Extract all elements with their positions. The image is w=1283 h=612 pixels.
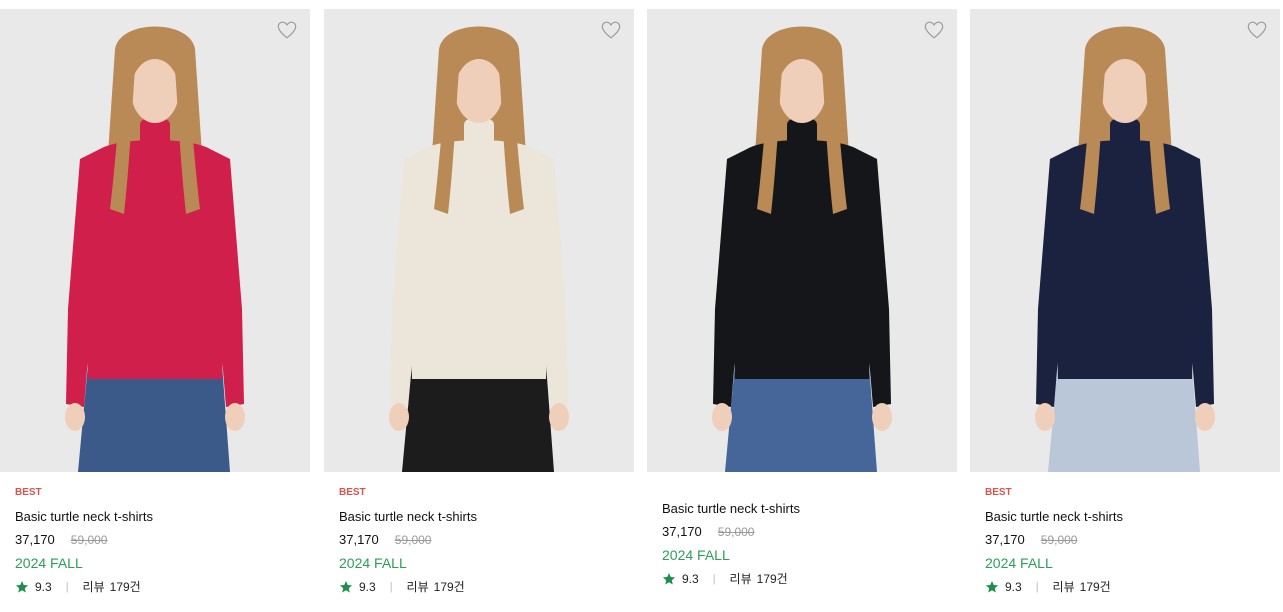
product-image[interactable]: [647, 9, 957, 472]
product-name[interactable]: Basic turtle neck t-shirts: [15, 509, 302, 525]
product-card[interactable]: BEST Basic turtle neck t-shirts 37,170 59…: [324, 9, 634, 612]
divider: |: [712, 573, 716, 585]
review-label[interactable]: 리뷰: [83, 579, 105, 595]
product-card[interactable]: Basic turtle neck t-shirts 37,170 59,000 …: [647, 9, 957, 612]
best-badge: BEST: [339, 487, 366, 498]
star-icon: [15, 580, 29, 594]
model-photo: [1035, 26, 1215, 472]
model-photo: [712, 26, 892, 472]
product-card[interactable]: BEST Basic turtle neck t-shirts 37,170 59…: [0, 9, 310, 612]
divider: |: [1035, 581, 1039, 593]
sale-price: 37,170: [662, 524, 702, 539]
review-count[interactable]: 179건: [757, 571, 788, 587]
product-info: BEST Basic turtle neck t-shirts 37,170 59…: [985, 486, 1272, 595]
wishlist-heart-icon[interactable]: [923, 19, 945, 41]
price-row: 37,170 59,000: [15, 532, 302, 548]
product-card[interactable]: BEST Basic turtle neck t-shirts 37,170 59…: [970, 9, 1280, 612]
product-info: Basic turtle neck t-shirts 37,170 59,000 …: [662, 501, 949, 587]
review-count[interactable]: 179건: [1080, 579, 1111, 595]
product-info: BEST Basic turtle neck t-shirts 37,170 59…: [339, 486, 626, 595]
product-image[interactable]: [0, 9, 310, 472]
rating-value: 9.3: [35, 580, 52, 594]
sale-price: 37,170: [339, 532, 379, 547]
divider: |: [389, 581, 393, 593]
review-label[interactable]: 리뷰: [730, 571, 752, 587]
original-price: 59,000: [1040, 533, 1078, 547]
wishlist-heart-icon[interactable]: [600, 19, 622, 41]
original-price: 59,000: [70, 533, 108, 547]
rating-row: 9.3 | 리뷰 179건: [339, 579, 626, 595]
star-icon: [339, 580, 353, 594]
review-count[interactable]: 179건: [110, 579, 141, 595]
best-badge: BEST: [985, 487, 1012, 498]
product-grid: BEST Basic turtle neck t-shirts 37,170 59…: [0, 9, 1283, 612]
model-photo: [65, 26, 245, 472]
divider: |: [65, 581, 69, 593]
wishlist-heart-icon[interactable]: [1246, 19, 1268, 41]
rating-row: 9.3 | 리뷰 179건: [662, 571, 949, 587]
rating-value: 9.3: [682, 572, 699, 586]
product-image[interactable]: [970, 9, 1280, 472]
wishlist-heart-icon[interactable]: [276, 19, 298, 41]
price-row: 37,170 59,000: [985, 532, 1272, 548]
sale-price: 37,170: [985, 532, 1025, 547]
star-icon: [985, 580, 999, 594]
product-name[interactable]: Basic turtle neck t-shirts: [339, 509, 626, 525]
product-info: BEST Basic turtle neck t-shirts 37,170 59…: [15, 486, 302, 595]
original-price: 59,000: [394, 533, 432, 547]
rating-row: 9.3 | 리뷰 179건: [15, 579, 302, 595]
season-label: 2024 FALL: [662, 547, 730, 563]
season-label: 2024 FALL: [985, 555, 1053, 571]
season-label: 2024 FALL: [15, 555, 83, 571]
original-price: 59,000: [717, 525, 755, 539]
season-label: 2024 FALL: [339, 555, 407, 571]
sale-price: 37,170: [15, 532, 55, 547]
model-photo: [389, 26, 569, 472]
price-row: 37,170 59,000: [662, 524, 949, 540]
review-label[interactable]: 리뷰: [1053, 579, 1075, 595]
rating-value: 9.3: [1005, 580, 1022, 594]
product-name[interactable]: Basic turtle neck t-shirts: [662, 501, 949, 517]
product-name[interactable]: Basic turtle neck t-shirts: [985, 509, 1272, 525]
star-icon: [662, 572, 676, 586]
rating-row: 9.3 | 리뷰 179건: [985, 579, 1272, 595]
price-row: 37,170 59,000: [339, 532, 626, 548]
product-image[interactable]: [324, 9, 634, 472]
review-count[interactable]: 179건: [434, 579, 465, 595]
best-badge: BEST: [15, 487, 42, 498]
rating-value: 9.3: [359, 580, 376, 594]
review-label[interactable]: 리뷰: [407, 579, 429, 595]
